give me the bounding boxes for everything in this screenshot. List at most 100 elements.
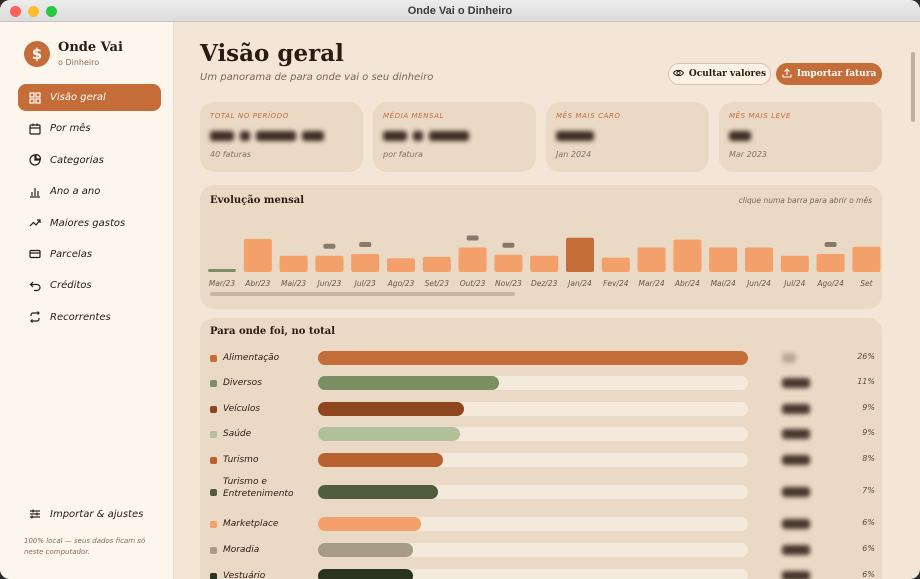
sidebar-item-recorrentes[interactable]: Recorrentes [18, 304, 161, 331]
month-bar[interactable] [780, 255, 809, 272]
category-bar-fill [318, 569, 413, 579]
category-row[interactable]: Alimentação 26% [210, 348, 875, 368]
repeat-icon [28, 310, 42, 324]
import-invoice-button[interactable]: Importar fatura [776, 63, 882, 85]
stat-hint: Mar 2023 [729, 150, 767, 159]
grid-icon [28, 91, 42, 105]
category-color-dot [210, 521, 217, 528]
category-row[interactable]: Vestuário 6% [210, 566, 875, 579]
month-bar[interactable] [601, 257, 630, 272]
month-bar[interactable] [279, 255, 308, 272]
month-bar[interactable] [745, 247, 773, 272]
sidebar-item-parcelas[interactable]: Parcelas [18, 241, 161, 268]
month-tick-label: Mar/24 [638, 279, 664, 288]
month-bar[interactable] [422, 256, 451, 272]
category-percentage: 9% [862, 403, 875, 412]
month-tick-label: Jun/23 [316, 279, 342, 288]
category-row[interactable]: Diversos 11% [210, 373, 875, 393]
month-bar[interactable] [494, 254, 523, 272]
month-tick-label: Mai/23 [281, 279, 306, 288]
brand-title: Onde Vai [58, 40, 123, 55]
category-bar-fill [318, 517, 422, 531]
return-arrow-icon [28, 279, 42, 293]
stat-value-hidden [210, 127, 353, 145]
sidebar-item-creditos[interactable]: Créditos [18, 272, 161, 299]
month-bar[interactable] [530, 255, 559, 272]
month-tick-label: Jul/24 [782, 279, 805, 288]
month-bar[interactable] [387, 258, 415, 272]
month-bar[interactable] [637, 247, 666, 272]
category-name: Marketplace [223, 519, 279, 529]
category-amount-hidden [782, 571, 810, 579]
month-tick-label: Jun/24 [745, 279, 771, 288]
category-color-dot [210, 573, 217, 579]
sidebar-item-maiores-gastos[interactable]: Maiores gastos [18, 210, 161, 237]
sidebar-item-ano-a-ano[interactable]: Ano a ano [18, 178, 161, 205]
category-bar-track [318, 569, 748, 579]
month-bar[interactable] [673, 239, 702, 272]
month-bar[interactable] [816, 254, 845, 272]
sidebar-item-por-mes[interactable]: Por mês [18, 115, 161, 142]
sidebar-nav: Visão geral Por mês Categorias Ano a ano Mai… [18, 84, 161, 335]
hidden-value-label [323, 243, 336, 249]
main-vertical-scrollbar[interactable] [911, 52, 915, 122]
sidebar-item-categorias[interactable]: Categorias [18, 147, 161, 174]
month-bar[interactable] [208, 269, 236, 272]
month-tick-label: Abr/23 [244, 279, 270, 288]
chart-horizontal-scrollbar[interactable] [210, 292, 515, 296]
maximize-window-button[interactable] [46, 6, 57, 17]
sidebar-item-visao-geral[interactable]: Visão geral [18, 84, 161, 111]
category-percentage: 6% [862, 570, 875, 579]
category-totals-card: Para onde foi, no total Alimentação 26% Di… [200, 318, 882, 579]
settings-label: Importar & ajustes [50, 508, 144, 520]
category-color-dot [210, 431, 217, 438]
category-row[interactable]: Turismo 8% [210, 450, 875, 470]
category-name: Alimentação [223, 353, 280, 363]
category-color-dot [210, 406, 217, 413]
category-percentage: 6% [862, 544, 875, 553]
category-bar-track [318, 351, 748, 365]
sliders-icon [28, 507, 42, 521]
month-tick-label: Out/23 [460, 279, 486, 288]
category-bar-fill [318, 543, 413, 557]
minimize-window-button[interactable] [28, 6, 39, 17]
category-row[interactable]: Moradia 6% [210, 540, 875, 560]
sidebar-item-label: Categorias [50, 154, 104, 166]
category-bar-fill [318, 453, 443, 467]
month-bar[interactable] [852, 246, 881, 272]
month-tick-label: Fev/24 [603, 279, 629, 288]
window-controls [10, 6, 57, 17]
app-window: Onde Vai o Dinheiro $ Onde Vai o Dinheir… [0, 0, 920, 579]
month-bar[interactable] [351, 254, 380, 272]
category-bar-track [318, 485, 748, 499]
sidebar-item-import-settings[interactable]: Importar & ajustes [18, 502, 161, 526]
category-row[interactable]: Saúde 9% [210, 424, 875, 444]
close-window-button[interactable] [10, 6, 21, 17]
upload-icon [782, 67, 792, 81]
category-percentage: 6% [862, 518, 875, 527]
month-tick-label: Mai/24 [711, 279, 736, 288]
month-bar[interactable] [243, 238, 272, 272]
category-name: Moradia [223, 545, 260, 555]
trending-up-icon [28, 216, 42, 230]
category-row[interactable]: Turismo e Entretenimento 7% [210, 477, 875, 502]
hide-values-button[interactable]: Ocultar valores [668, 63, 771, 85]
month-tick-label: Ago/23 [387, 279, 415, 288]
sidebar-item-label: Parcelas [50, 248, 93, 260]
category-bar-fill [318, 351, 748, 365]
category-amount-hidden [782, 429, 810, 439]
category-row[interactable]: Marketplace 6% [210, 514, 875, 534]
month-bar[interactable] [566, 237, 594, 272]
category-percentage: 11% [857, 377, 875, 386]
category-percentage: 8% [862, 454, 875, 463]
category-color-dot [210, 380, 217, 387]
month-bar[interactable] [709, 247, 738, 272]
month-bar[interactable] [458, 247, 487, 272]
stat-hint: Jan 2024 [556, 150, 592, 159]
category-color-dot [210, 457, 217, 464]
hidden-value-label [502, 242, 515, 248]
category-name: Vestuário [223, 571, 266, 579]
category-row[interactable]: Veículos 9% [210, 399, 875, 419]
stats-row: TOTAL NO PERÍODO 40 faturas MÉDIA MENSAL po… [200, 102, 882, 172]
month-bar[interactable] [315, 255, 344, 272]
